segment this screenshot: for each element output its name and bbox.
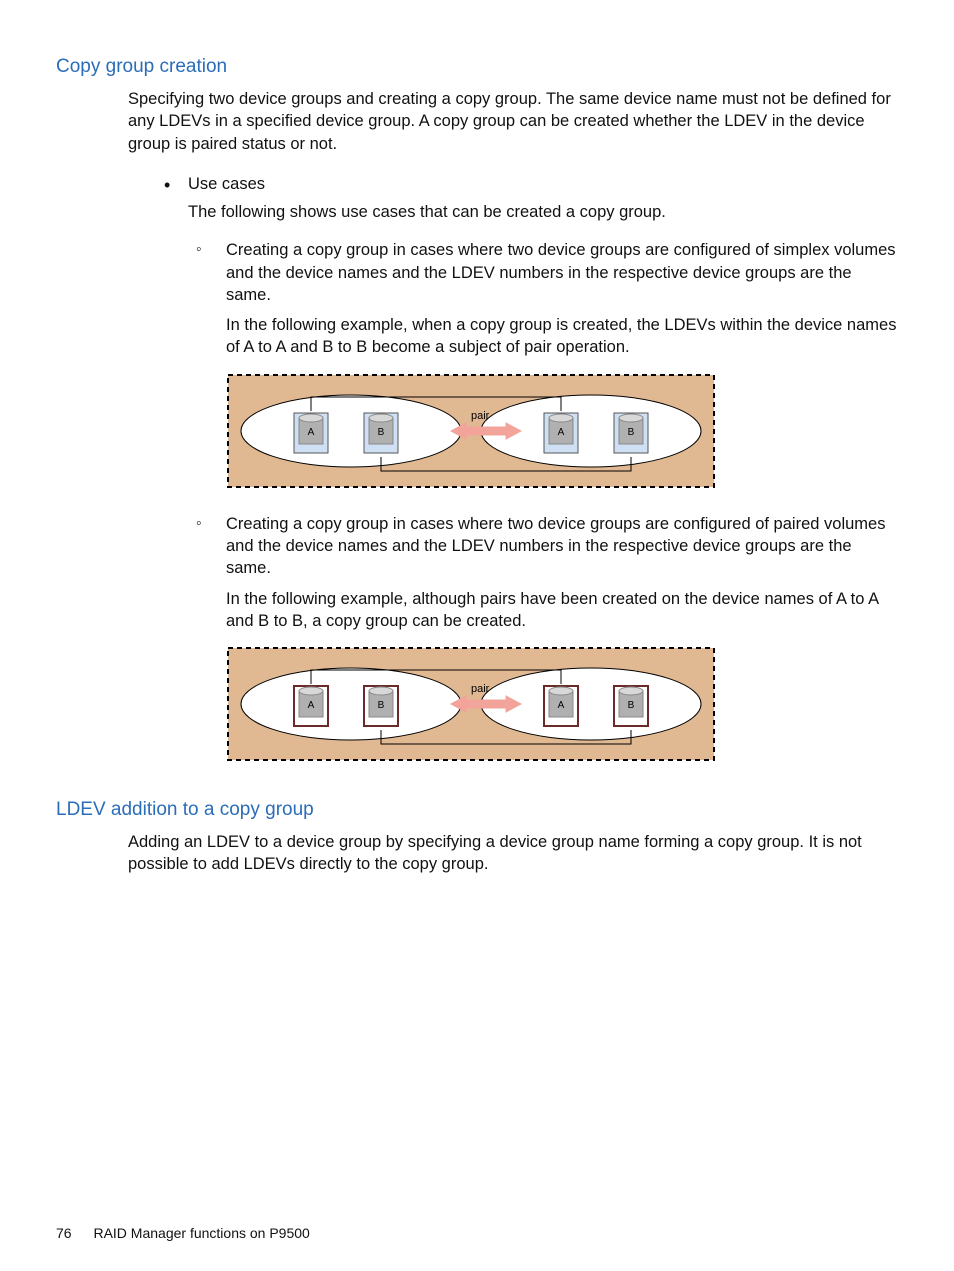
- sub-item-1-para1: Creating a copy group in cases where two…: [226, 239, 898, 306]
- diagram-simplex: A B A: [226, 373, 898, 495]
- diagram1-right-a-label: A: [558, 427, 565, 438]
- diagram2-right-a-label: A: [558, 700, 565, 711]
- page-footer: 76 RAID Manager functions on P9500: [56, 1225, 310, 1241]
- diagram1-pair-label: pair: [471, 410, 490, 422]
- diagram2-right-b-label: B: [628, 700, 635, 711]
- diagram2-pair-label: pair: [471, 683, 490, 695]
- heading-ldev-addition: LDEV addition to a copy group: [56, 799, 898, 821]
- sub-item-1-para2: In the following example, when a copy gr…: [226, 314, 898, 359]
- pair-diagram-svg: A B A: [226, 373, 716, 489]
- bullet-list: Use cases The following shows use cases …: [56, 173, 898, 224]
- page-number: 76: [56, 1225, 72, 1241]
- sub-item-2-para2: In the following example, although pairs…: [226, 588, 898, 633]
- diagram2-left-b-label: B: [378, 700, 385, 711]
- sub-list: Creating a copy group in cases where two…: [56, 239, 898, 768]
- sub-item-simplex: Creating a copy group in cases where two…: [196, 239, 898, 495]
- diagram-paired: A B A: [226, 646, 898, 768]
- bullet-use-cases: Use cases The following shows use cases …: [164, 173, 898, 224]
- bullet-subtext: The following shows use cases that can b…: [188, 201, 898, 223]
- sub-item-2-para1: Creating a copy group in cases where two…: [226, 513, 898, 580]
- heading-copy-group-creation: Copy group creation: [56, 56, 898, 78]
- bullet-label: Use cases: [188, 175, 265, 193]
- diagram2-left-a-label: A: [308, 700, 315, 711]
- sub-item-paired: Creating a copy group in cases where two…: [196, 513, 898, 769]
- pair-diagram-svg-2: A B A: [226, 646, 716, 762]
- paragraph-intro-2: Adding an LDEV to a device group by spec…: [56, 831, 898, 876]
- document-page: Copy group creation Specifying two devic…: [0, 0, 954, 1271]
- paragraph-intro-1: Specifying two device groups and creatin…: [56, 88, 898, 155]
- diagram1-right-b-label: B: [628, 427, 635, 438]
- diagram1-left-b-label: B: [378, 427, 385, 438]
- diagram1-left-a-label: A: [308, 427, 315, 438]
- footer-title: RAID Manager functions on P9500: [93, 1225, 309, 1241]
